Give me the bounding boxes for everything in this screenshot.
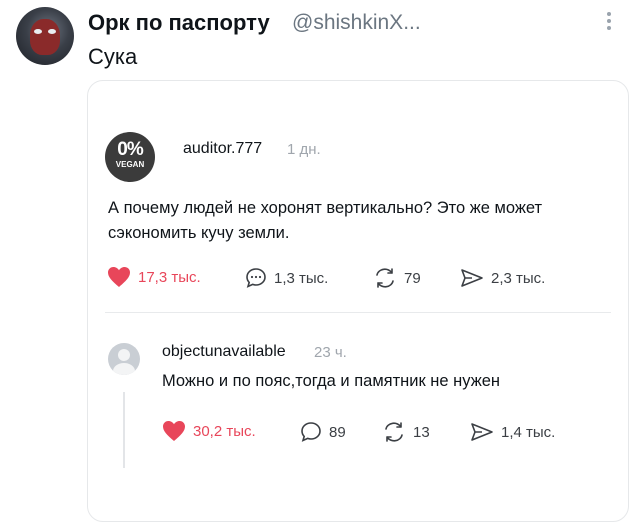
reply-timestamp: 23 ч. <box>314 344 347 361</box>
reply-like-button[interactable]: 30,2 тыс. <box>162 420 256 442</box>
avatar-logo-subtext: VEGAN <box>115 160 145 169</box>
reply-text: Можно и по пояс,тогда и памятник не нуже… <box>162 372 501 390</box>
reply-repost-count: 13 <box>413 423 430 441</box>
post-author-name[interactable]: auditor.777 <box>183 140 262 158</box>
reply-repost-button[interactable]: 13 <box>382 421 430 443</box>
comment-icon <box>246 268 266 288</box>
post-comment-count: 1,3 тыс. <box>274 269 329 287</box>
reply-comment-count: 89 <box>329 423 346 441</box>
send-icon <box>471 423 493 441</box>
heart-icon <box>163 421 185 441</box>
avatar-logo-text: 0% <box>117 139 143 160</box>
divider <box>105 312 611 313</box>
display-name[interactable]: Орк по паспорту <box>88 10 270 36</box>
heart-icon <box>108 267 130 287</box>
more-options-icon[interactable] <box>605 12 613 34</box>
post-share-button[interactable]: 2,3 тыс. <box>460 267 545 289</box>
reply-share-button[interactable]: 1,4 тыс. <box>470 421 555 443</box>
user-handle[interactable]: @shishkinX... <box>292 11 421 35</box>
profile-avatar[interactable] <box>16 7 74 65</box>
avatar-eye-right <box>48 29 56 34</box>
post-text: А почему людей не хоронят вертикально? Э… <box>108 199 543 242</box>
post-author-avatar[interactable]: 0% VEGAN <box>105 132 155 182</box>
comment-icon <box>301 422 321 442</box>
post-comment-button[interactable]: 1,3 тыс. <box>245 267 328 289</box>
repost-icon <box>385 422 403 442</box>
reply-comment-button[interactable]: 89 <box>300 421 346 443</box>
reply-author-avatar[interactable] <box>108 343 140 375</box>
thread-line <box>123 392 125 468</box>
tweet-text: Сука <box>88 44 138 69</box>
post-repost-count: 79 <box>404 269 421 287</box>
post-like-count: 17,3 тыс. <box>138 268 201 286</box>
avatar-eye-left <box>34 29 42 34</box>
send-icon <box>461 269 483 287</box>
embedded-image-card[interactable] <box>87 80 629 522</box>
post-timestamp: 1 дн. <box>287 141 321 158</box>
repost-icon <box>376 268 394 288</box>
reply-share-count: 1,4 тыс. <box>501 423 556 441</box>
post-like-button[interactable]: 17,3 тыс. <box>107 266 201 288</box>
post-repost-button[interactable]: 79 <box>373 267 421 289</box>
post-share-count: 2,3 тыс. <box>491 269 546 287</box>
reply-like-count: 30,2 тыс. <box>193 422 256 440</box>
default-avatar-icon <box>118 349 130 361</box>
avatar-image <box>30 19 60 55</box>
reply-author-name[interactable]: objectunavailable <box>162 343 286 361</box>
